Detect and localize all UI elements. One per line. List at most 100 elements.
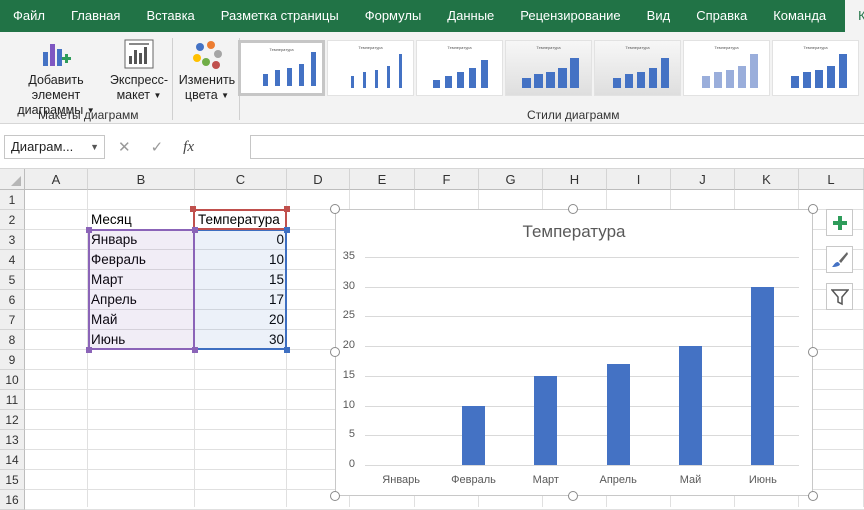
- name-box[interactable]: Диаграм... ▼: [4, 135, 105, 159]
- row-header-7[interactable]: 7: [0, 310, 25, 330]
- column-header-j[interactable]: J: [671, 169, 735, 190]
- tab-home[interactable]: Главная: [58, 0, 133, 32]
- range-handle[interactable]: [190, 206, 196, 212]
- chart-gridline: [365, 316, 799, 318]
- tab-view[interactable]: Вид: [634, 0, 684, 32]
- row-header-12[interactable]: 12: [0, 410, 25, 430]
- change-colors-button[interactable]: Изменить цвета ▼: [176, 38, 238, 103]
- fx-icon[interactable]: fx: [183, 139, 194, 156]
- chart-bar[interactable]: [606, 363, 630, 465]
- column-header-l[interactable]: L: [799, 169, 864, 190]
- chart-styles-button[interactable]: [826, 246, 853, 273]
- chart-elements-button[interactable]: [826, 209, 853, 236]
- chevron-down-icon[interactable]: ▼: [90, 136, 99, 158]
- chart-bar[interactable]: [751, 286, 775, 465]
- cancel-icon[interactable]: ✕: [118, 138, 131, 156]
- chart-resize-handle[interactable]: [808, 204, 818, 214]
- row-header-1[interactable]: 1: [0, 190, 25, 210]
- column-header-h[interactable]: H: [543, 169, 607, 190]
- chart-area[interactable]: Температура 0 5 10 15 20 25 30 35 Январь Февраль М…: [335, 209, 813, 496]
- row-header-4[interactable]: 4: [0, 250, 25, 270]
- group-separator: [172, 38, 173, 120]
- chart-resize-handle[interactable]: [330, 347, 340, 357]
- tab-page-layout[interactable]: Разметка страницы: [208, 0, 352, 32]
- chart-resize-handle[interactable]: [568, 204, 578, 214]
- chart-style-4[interactable]: Температура: [505, 40, 592, 96]
- range-handle[interactable]: [284, 206, 290, 212]
- row-header-16[interactable]: 16: [0, 490, 25, 510]
- tab-chart-design[interactable]: Конструк: [845, 0, 864, 32]
- column-header-i[interactable]: I: [607, 169, 671, 190]
- style-preview: [702, 54, 758, 88]
- tab-formulas[interactable]: Формулы: [352, 0, 435, 32]
- check-icon[interactable]: ✓: [151, 138, 164, 156]
- column-header-c[interactable]: C: [195, 169, 287, 190]
- row-header-5[interactable]: 5: [0, 270, 25, 290]
- formula-input[interactable]: [250, 135, 864, 159]
- row-header-10[interactable]: 10: [0, 370, 25, 390]
- chart-resize-handle[interactable]: [808, 347, 818, 357]
- row-header-15[interactable]: 15: [0, 470, 25, 490]
- cell-b2[interactable]: Месяц: [88, 210, 195, 230]
- tab-help[interactable]: Справка: [683, 0, 760, 32]
- chart-resize-handle[interactable]: [808, 491, 818, 501]
- column-header-g[interactable]: G: [479, 169, 543, 190]
- chart-bar[interactable]: [679, 346, 702, 465]
- range-handle[interactable]: [284, 227, 290, 233]
- range-handle[interactable]: [192, 227, 198, 233]
- column-header-k[interactable]: K: [735, 169, 799, 190]
- chart-style-5[interactable]: Температура: [594, 40, 681, 96]
- chart-style-2[interactable]: Температура: [327, 40, 414, 96]
- column-header-f[interactable]: F: [415, 169, 479, 190]
- column-header-b[interactable]: B: [88, 169, 195, 190]
- chart-resize-handle[interactable]: [330, 491, 340, 501]
- column-header-a[interactable]: A: [25, 169, 88, 190]
- chart-resize-handle[interactable]: [568, 491, 578, 501]
- style-preview: [433, 60, 488, 88]
- range-handle[interactable]: [192, 347, 198, 353]
- chart-resize-handle[interactable]: [330, 204, 340, 214]
- tab-data[interactable]: Данные: [434, 0, 507, 32]
- style-preview: [791, 54, 847, 88]
- chart-gridline: [365, 465, 799, 466]
- tab-file[interactable]: Файл: [0, 0, 58, 32]
- quick-layout-button[interactable]: Экспресс- макет ▼: [108, 38, 170, 103]
- row-header-14[interactable]: 14: [0, 450, 25, 470]
- select-all-button[interactable]: [0, 169, 25, 190]
- tab-insert[interactable]: Вставка: [133, 0, 207, 32]
- y-axis-tick-label: 5: [348, 428, 355, 441]
- row-header-13[interactable]: 13: [0, 430, 25, 450]
- chart-bar[interactable]: [462, 405, 485, 465]
- change-colors-label-2: цвета: [184, 88, 218, 102]
- x-axis-tick-label: Июнь: [748, 474, 777, 486]
- x-axis-tick-label: Март: [532, 474, 559, 486]
- chart-style-3[interactable]: Температура: [416, 40, 503, 96]
- style-preview: [263, 52, 316, 86]
- chart-bar[interactable]: [534, 375, 558, 465]
- row-header-6[interactable]: 6: [0, 290, 25, 310]
- row-header-2[interactable]: 2: [0, 210, 25, 230]
- chart-style-1[interactable]: Температура: [238, 40, 325, 96]
- x-axis-tick-label: Апрель: [599, 474, 637, 486]
- chart-style-7[interactable]: Температура: [772, 40, 859, 96]
- tab-team[interactable]: Команда: [760, 0, 839, 32]
- row-header-8[interactable]: 8: [0, 330, 25, 350]
- y-axis-tick-label: 25: [342, 309, 355, 322]
- quick-layout-label-1: Экспресс-: [109, 73, 169, 87]
- chart-filters-button[interactable]: [826, 283, 853, 310]
- formula-bar: Диаграм... ▼ ✕ ✓ fx: [0, 125, 864, 169]
- column-header-e[interactable]: E: [350, 169, 415, 190]
- row-header-9[interactable]: 9: [0, 350, 25, 370]
- row-header-11[interactable]: 11: [0, 390, 25, 410]
- column-header-d[interactable]: D: [287, 169, 350, 190]
- style-preview: [522, 58, 579, 88]
- range-handle[interactable]: [86, 347, 92, 353]
- name-box-value: Диаграм...: [11, 139, 74, 154]
- row-header-3[interactable]: 3: [0, 230, 25, 250]
- chart-style-6[interactable]: Температура: [683, 40, 770, 96]
- range-handle[interactable]: [86, 227, 92, 233]
- tab-review[interactable]: Рецензирование: [507, 0, 633, 32]
- chart-title[interactable]: Температура: [336, 222, 812, 242]
- range-handle[interactable]: [284, 347, 290, 353]
- add-chart-element-button[interactable]: Добавить элемент диаграммы ▼: [4, 38, 108, 118]
